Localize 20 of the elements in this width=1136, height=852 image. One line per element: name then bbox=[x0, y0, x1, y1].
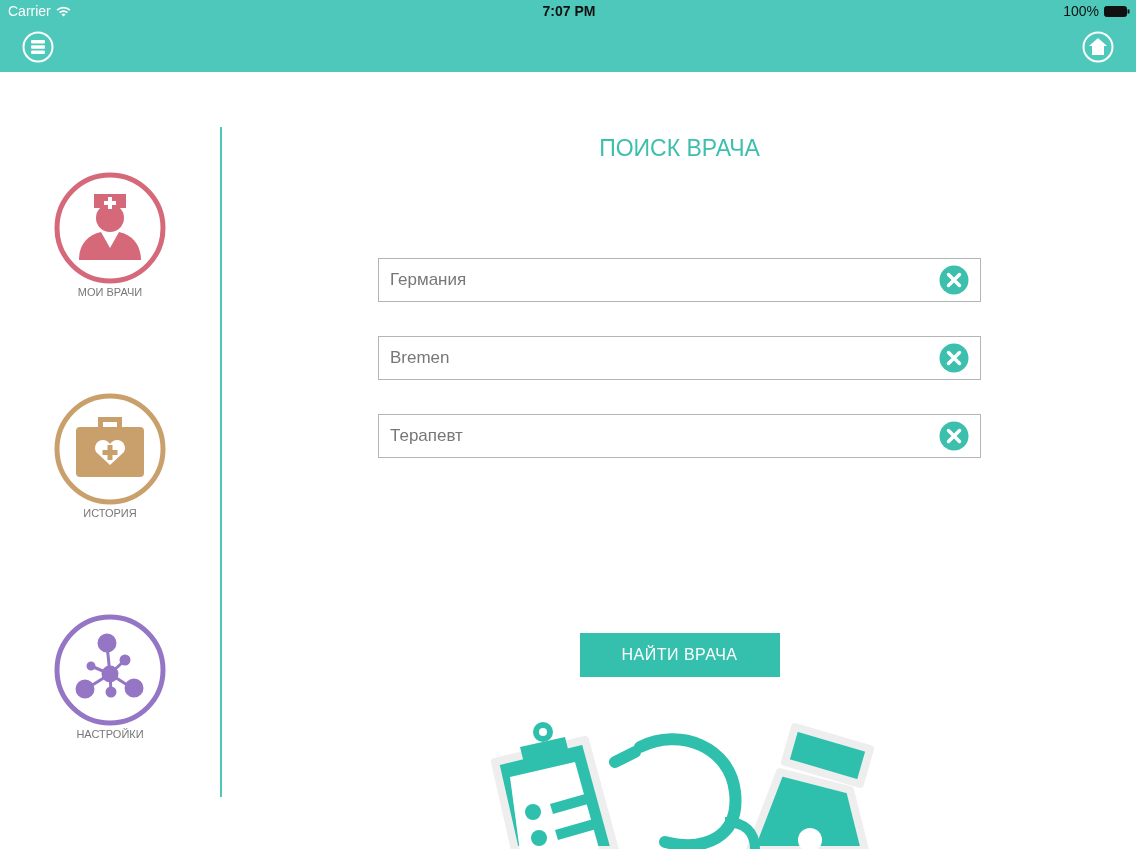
medical-kit-icon[interactable] bbox=[54, 393, 166, 505]
battery-percent: 100% bbox=[1063, 3, 1099, 19]
carrier-label: Carrier bbox=[8, 3, 51, 19]
battery-icon bbox=[1104, 5, 1130, 17]
menu-icon[interactable] bbox=[22, 31, 54, 63]
input-field[interactable]: Терапевт bbox=[378, 414, 981, 458]
sidebar-label[interactable]: ИСТОРИЯ bbox=[83, 507, 137, 519]
clear-icon[interactable] bbox=[939, 265, 969, 295]
wifi-icon bbox=[55, 5, 71, 17]
sidebar-label[interactable]: МОИ ВРАЧИ bbox=[77, 286, 143, 298]
clear-icon[interactable] bbox=[939, 421, 969, 451]
input-field[interactable]: Германия bbox=[378, 258, 981, 302]
doctor-icon[interactable] bbox=[54, 172, 166, 284]
network-icon[interactable] bbox=[54, 614, 166, 726]
clock-time: 7:07 PM bbox=[542, 3, 596, 19]
home-icon[interactable] bbox=[1082, 31, 1114, 63]
clear-icon[interactable] bbox=[939, 343, 969, 373]
sidebar-label[interactable]: НАСТРОЙКИ bbox=[76, 728, 144, 740]
input-field[interactable]: Bremen bbox=[378, 336, 981, 380]
page-title: ПОИСК ВРАЧА bbox=[599, 135, 760, 162]
